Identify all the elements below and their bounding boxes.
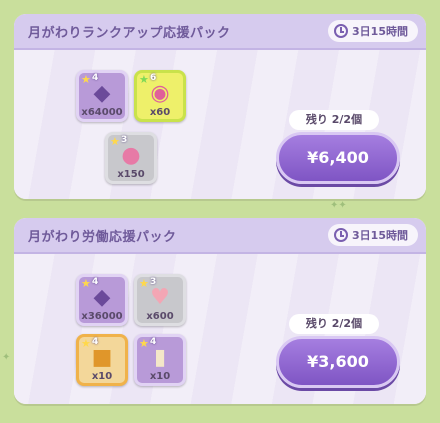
ticket-icon: ■ [91, 345, 113, 370]
item-ticket[interactable]: ★ 4 ■ x10 [76, 334, 128, 386]
gem-icon: ◆ [93, 81, 111, 106]
item-gem[interactable]: ★ 4 ◆ x64000 [76, 70, 128, 122]
lollipop-icon: ◉ [150, 81, 170, 106]
item-quantity: x150 [117, 169, 145, 180]
item-quantity: x600 [146, 311, 174, 322]
item-quantity: x36000 [81, 311, 123, 322]
clock-icon [334, 228, 349, 242]
item-scroll[interactable]: ★ 4 ▮ x10 [134, 334, 186, 386]
buy-button[interactable]: ¥6,400 [276, 132, 400, 184]
grass-decoration: ✦✦ [330, 200, 347, 211]
timer-badge: 3日15時間 [328, 224, 418, 246]
item-quantity: x64000 [81, 107, 123, 118]
pack-title: 月がわりランクアップ応援パック [28, 25, 231, 41]
pack-header: 月がわりランクアップ応援パック 3日15時間 [14, 14, 426, 50]
grass-decoration: ✦ [2, 352, 11, 363]
pack-body: ★ 4 ◆ x36000 ★ 3 ♥ x600 ★ 4 ■ x10 ★ 4 ▮ … [14, 254, 426, 404]
pack-card-labor: 月がわり労働応援パック 3日15時間 ★ 4 ◆ x36000 ★ 3 ♥ x6… [14, 218, 426, 404]
item-quantity: x10 [91, 371, 113, 382]
item-candy[interactable]: ★ 3 ● x150 [105, 132, 157, 184]
item-quantity: x60 [149, 107, 171, 118]
timer-badge: 3日15時間 [328, 20, 418, 42]
buy-button[interactable]: ¥3,600 [276, 336, 400, 388]
remaining-count: 残り 2/2個 [289, 110, 379, 130]
timer-text: 3日15時間 [352, 25, 408, 38]
item-gem[interactable]: ★ 4 ◆ x36000 [76, 274, 128, 326]
timer-text: 3日15時間 [352, 229, 408, 242]
item-heart[interactable]: ★ 3 ♥ x600 [134, 274, 186, 326]
pack-body: ★ 4 ◆ x64000 ★ 6 ◉ x60 ★ 3 ● x150 残り 2/2… [14, 50, 426, 199]
item-quantity: x10 [149, 371, 171, 382]
gem-icon: ◆ [93, 285, 111, 310]
clock-icon [334, 24, 349, 38]
pack-title: 月がわり労働応援パック [28, 229, 177, 245]
pack-header: 月がわり労働応援パック 3日15時間 [14, 218, 426, 254]
remaining-count: 残り 2/2個 [289, 314, 379, 334]
candy-icon: ● [121, 143, 141, 168]
scroll-icon: ▮ [153, 345, 167, 370]
heart-icon: ♥ [150, 285, 170, 310]
item-lollipop[interactable]: ★ 6 ◉ x60 [134, 70, 186, 122]
pack-card-rank-up: 月がわりランクアップ応援パック 3日15時間 ★ 4 ◆ x64000 ★ 6 … [14, 14, 426, 199]
